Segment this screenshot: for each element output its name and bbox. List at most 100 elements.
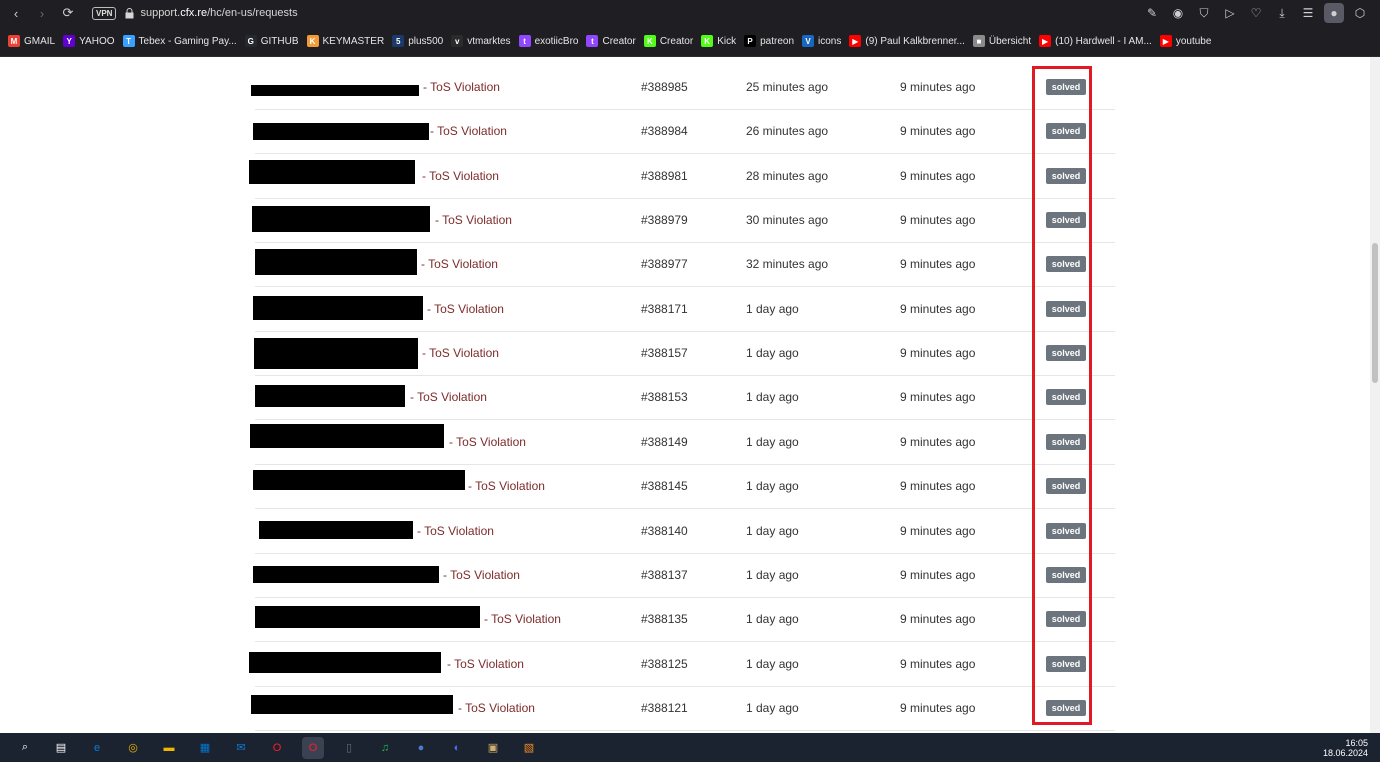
opera-icon[interactable]: O — [266, 737, 288, 759]
table-row: - ToS Violation #388135 1 day ago 9 minutes… — [255, 597, 1115, 643]
menu-icon[interactable]: ☰ — [1298, 3, 1318, 23]
store-icon[interactable]: ▦ — [194, 737, 216, 759]
browser-toolbar: ‹ › ⟳ VPN support.cfx.re/hc/en-us/reques… — [0, 0, 1380, 26]
request-subject-link[interactable]: - ToS Violation — [427, 302, 504, 316]
request-subject-link[interactable]: - ToS Violation — [468, 479, 545, 493]
request-subject-link[interactable]: - ToS Violation — [447, 657, 524, 671]
bookmark-item[interactable]: ■ Übersicht — [972, 35, 1032, 47]
redacted-block — [251, 694, 453, 714]
bookmark-item[interactable]: Vicons — [802, 35, 841, 47]
request-created: 28 minutes ago — [746, 168, 829, 183]
bookmark-item[interactable]: Ppatreon — [744, 35, 794, 47]
bookmark-label: KEYMASTER — [322, 35, 385, 47]
table-row: - ToS Violation #388985 25 minutes ago 9 mi… — [251, 65, 1115, 110]
extensions-icon[interactable]: ⬡ — [1350, 3, 1370, 23]
usb-icon[interactable]: ▯ — [338, 737, 360, 759]
app3-icon[interactable]: ▧ — [518, 737, 540, 759]
request-updated: 9 minutes ago — [900, 257, 976, 272]
table-row: - ToS Violation #388979 30 minutes ago 9 mi… — [252, 198, 1115, 244]
table-row: - ToS Violation #388137 1 day ago 9 minutes… — [253, 553, 1115, 598]
request-created: 25 minutes ago — [746, 80, 829, 94]
bookmark-item[interactable]: G GITHUB — [244, 35, 299, 47]
request-id: #388149 — [641, 434, 688, 449]
bookmark-item[interactable]: K Creator — [643, 35, 693, 47]
lock-icon[interactable] — [122, 6, 136, 20]
table-row: - ToS Violation #388145 1 day ago 9 minutes… — [253, 464, 1115, 510]
forward-icon[interactable]: › — [32, 3, 52, 23]
bookmark-item[interactable]: 5 plus500 — [392, 35, 443, 47]
bookmark-label: Übersicht — [988, 35, 1032, 47]
table-row: - ToS Violation #388157 1 day ago 9 minutes… — [254, 331, 1115, 377]
shield-icon[interactable]: ⛉ — [1194, 3, 1214, 23]
bookmark-item[interactable]: T Tebex - Gaming Pay... — [122, 35, 237, 47]
app-icon[interactable]: ● — [410, 737, 432, 759]
requests-list: - ToS Violation #388985 25 minutes ago 9 mi… — [0, 57, 1370, 733]
request-updated: 9 minutes ago — [900, 612, 976, 627]
chrome-icon[interactable]: ◎ — [122, 737, 144, 759]
bookmark-item[interactable]: K KEYMASTER — [306, 35, 385, 47]
request-subject-link[interactable]: - ToS Violation — [449, 435, 526, 449]
request-subject-link[interactable]: - ToS Violation — [422, 346, 499, 360]
scroll-thumb[interactable] — [1372, 243, 1378, 383]
request-subject-link[interactable]: - ToS Violation — [410, 390, 487, 404]
bookmark-label: Tebex - Gaming Pay... — [138, 35, 237, 47]
bookmark-item[interactable]: v vtmarktes — [451, 35, 511, 47]
request-subject-link[interactable]: - ToS Violation — [417, 524, 494, 538]
edge-icon[interactable]: e — [86, 737, 108, 759]
download-icon[interactable]: ⤓ — [1272, 3, 1292, 23]
vpn-badge[interactable]: VPN — [92, 6, 117, 20]
bookmark-item[interactable]: t Creator — [586, 35, 636, 47]
yahoo-icon: Y — [63, 35, 76, 47]
file-explorer-icon[interactable]: ▬ — [158, 737, 180, 759]
redacted-block — [253, 470, 465, 491]
bookmark-item[interactable]: K Kick — [701, 35, 736, 47]
request-subject-link[interactable]: - ToS Violation — [423, 80, 500, 94]
request-subject-link[interactable]: - ToS Violation — [458, 701, 535, 715]
camera-icon[interactable]: ◉ — [1168, 3, 1188, 23]
bookmark-item[interactable]: ▶ (10) Hardwell - I AM... — [1039, 35, 1152, 47]
edit-icon[interactable]: ✎ — [1142, 3, 1162, 23]
redacted-block — [255, 249, 417, 276]
request-subject-link[interactable]: - ToS Violation — [435, 213, 512, 227]
request-subject-link[interactable]: - ToS Violation — [421, 257, 498, 271]
request-subject-link[interactable]: - ToS Violation — [484, 612, 561, 626]
request-created: 1 day ago — [746, 390, 799, 405]
reload-icon[interactable]: ⟳ — [58, 3, 78, 23]
play-icon[interactable]: ▷ — [1220, 3, 1240, 23]
redacted-block — [249, 159, 415, 184]
request-updated: 9 minutes ago — [900, 346, 976, 361]
twitch-icon: t — [586, 35, 599, 47]
request-created: 30 minutes ago — [746, 213, 829, 228]
bookmark-label: YAHOO — [79, 35, 115, 47]
discord-icon[interactable]: ◐ — [446, 737, 468, 759]
bookmark-label: plus500 — [408, 35, 444, 47]
profile-icon[interactable]: ● — [1324, 3, 1344, 23]
request-subject-link[interactable]: - ToS Violation — [430, 124, 507, 138]
app2-icon[interactable]: ▣ — [482, 737, 504, 759]
bookmark-item[interactable]: M GMAIL — [8, 35, 55, 47]
windows-taskbar: ⌕ ▤ e ◎ ▬ ▦ ✉ O O ▯ ♫ ● ◐ ▣ ▧ 16:05 18.06.2024 — [0, 733, 1380, 762]
request-id: #388121 — [641, 700, 688, 715]
request-updated: 9 minutes ago — [900, 124, 976, 139]
request-subject-link[interactable]: - ToS Violation — [443, 568, 520, 582]
bookmark-item[interactable]: ▶ (9) Paul Kalkbrenner... — [849, 35, 965, 47]
opera-gx-icon[interactable]: O — [302, 736, 324, 759]
spotify-icon[interactable]: ♫ — [374, 737, 396, 759]
page-scrollbar[interactable] — [1370, 57, 1380, 733]
bookmark-item[interactable]: Y YAHOO — [63, 35, 115, 47]
heart-icon[interactable]: ♡ — [1246, 3, 1266, 23]
table-row: - ToS Violation #388153 1 day ago 9 minutes… — [255, 375, 1115, 421]
address-bar[interactable]: support.cfx.re/hc/en-us/requests — [140, 7, 297, 19]
bookmark-item[interactable]: ▶ youtube — [1159, 35, 1211, 47]
plus500-icon: 5 — [392, 35, 405, 47]
system-clock[interactable]: 16:05 18.06.2024 — [1323, 738, 1368, 758]
request-id: #388977 — [641, 257, 688, 272]
request-subject-link[interactable]: - ToS Violation — [422, 169, 499, 183]
bookmark-item[interactable]: t exotiicBro — [518, 35, 578, 47]
request-created: 26 minutes ago — [746, 124, 829, 139]
task-view-icon[interactable]: ▤ — [50, 737, 72, 759]
table-row: - ToS Violation #388984 26 minutes ago 9 mi… — [253, 109, 1115, 155]
mail-icon[interactable]: ✉ — [230, 737, 252, 759]
search-icon[interactable]: ⌕ — [14, 737, 36, 759]
back-icon[interactable]: ‹ — [6, 3, 26, 23]
